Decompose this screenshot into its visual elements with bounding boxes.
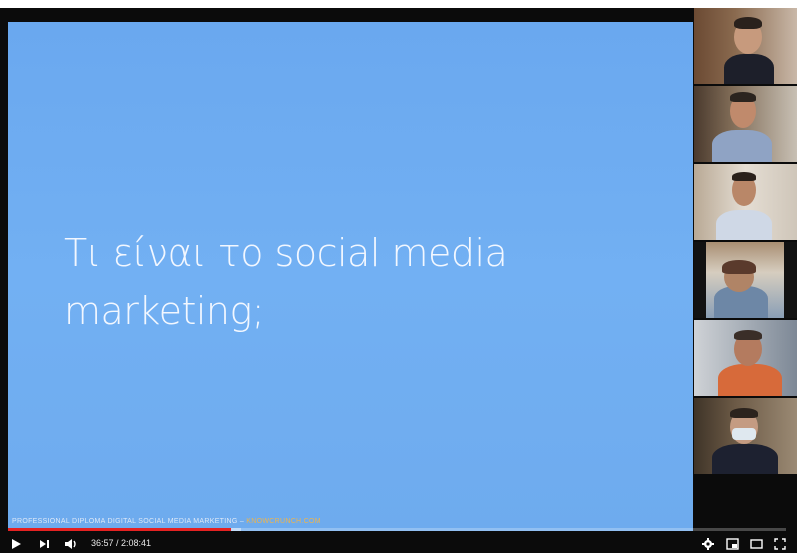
settings-button[interactable]	[702, 537, 714, 553]
participant-tile-6	[694, 398, 797, 474]
participant-strip	[694, 8, 797, 553]
slide-title: Τι είναι το social media marketing;	[64, 224, 564, 340]
gear-icon	[702, 538, 714, 550]
play-button[interactable]	[10, 537, 22, 553]
fullscreen-button[interactable]	[774, 537, 786, 553]
video-player[interactable]: Τι είναι το social media marketing; PROF…	[0, 8, 797, 553]
next-button[interactable]	[38, 537, 50, 553]
volume-button[interactable]	[64, 537, 78, 553]
slide-footer: PROFESSIONAL DIPLOMA DIGITAL SOCIAL MEDI…	[12, 518, 321, 525]
slide-title-line-1: Τι είναι το social media	[64, 231, 508, 275]
miniplayer-button[interactable]	[726, 537, 739, 553]
progress-played	[8, 528, 232, 531]
theater-mode-button[interactable]	[750, 537, 763, 553]
slide-footer-url: KNOWCRUNCH.COM	[246, 518, 321, 525]
player-controls: 36:57 / 2:08:41	[0, 533, 797, 553]
fullscreen-icon	[774, 538, 786, 550]
face-mask	[732, 428, 756, 440]
participant-tile-5	[694, 320, 797, 396]
participant-tile-2	[694, 86, 797, 162]
slide-title-line-2: marketing;	[64, 289, 265, 333]
time-display: 36:57 / 2:08:41	[91, 538, 152, 548]
miniplayer-icon	[726, 538, 739, 550]
participant-tile-3	[694, 164, 797, 240]
slide-footer-text: PROFESSIONAL DIPLOMA DIGITAL SOCIAL MEDI…	[12, 518, 247, 525]
next-icon	[40, 540, 49, 548]
participant-tile-4	[694, 242, 797, 318]
theater-icon	[750, 539, 763, 549]
volume-icon	[65, 539, 76, 549]
play-icon	[12, 539, 21, 549]
participant-tile-1	[694, 8, 797, 84]
progress-bar[interactable]	[8, 528, 786, 531]
presentation-slide: Τι είναι το social media marketing; PROF…	[8, 22, 693, 531]
